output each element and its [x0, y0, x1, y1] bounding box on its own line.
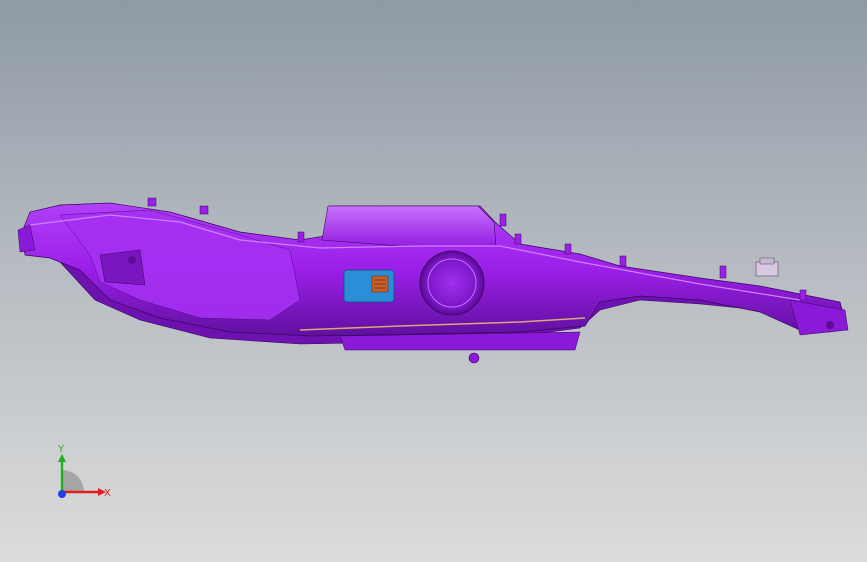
x-axis-label: X — [104, 488, 111, 499]
graphics-viewport[interactable]: X Y — [0, 0, 867, 562]
part-left-channel — [59, 209, 301, 321]
part-circular-boss — [419, 250, 485, 316]
z-axis-dot-icon — [58, 490, 66, 498]
coordinate-triad: X Y — [57, 444, 111, 499]
triad-arc — [62, 470, 84, 492]
y-axis-arrow-icon — [58, 454, 66, 462]
y-axis-label: Y — [57, 444, 65, 455]
part-top-housing — [321, 205, 497, 247]
cad-part-model[interactable] — [0, 0, 867, 562]
